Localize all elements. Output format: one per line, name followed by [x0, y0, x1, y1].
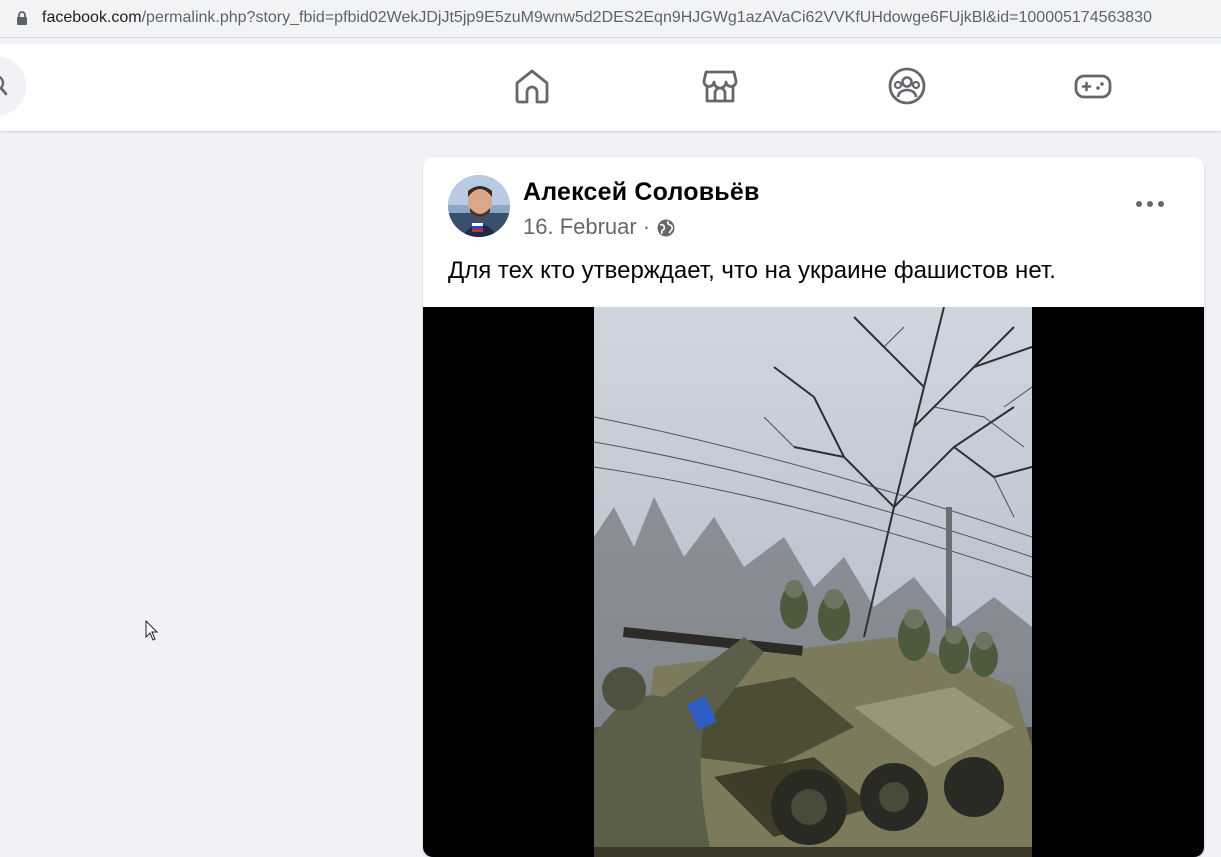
top-navigation [0, 44, 1221, 131]
home-icon [515, 69, 549, 104]
post-author-name[interactable]: Алексей Соловьёв [523, 178, 760, 207]
nav-gaming[interactable] [1073, 66, 1113, 106]
post-video[interactable] [423, 307, 1204, 857]
more-options-icon [1136, 201, 1164, 207]
search-button[interactable] [0, 56, 26, 116]
avatar[interactable] [448, 175, 510, 237]
url-host: facebook.com [42, 9, 142, 26]
meta-separator: · [642, 214, 651, 239]
mouse-cursor [145, 620, 159, 641]
post-text: Для тех кто утверждает, что на украине ф… [448, 257, 1056, 284]
url-path: /permalink.php?story_fbid=pfbid02WekJDjJ… [141, 9, 1152, 26]
groups-icon [888, 67, 926, 105]
more-options-button[interactable] [1131, 187, 1171, 223]
browser-url-bar[interactable]: facebook.com/permalink.php?story_fbid=pf… [0, 0, 1221, 38]
avatar-image [448, 175, 510, 237]
post-date[interactable]: 16. Februar [523, 214, 637, 240]
search-icon [0, 75, 8, 96]
nav-marketplace[interactable] [700, 66, 740, 106]
marketplace-icon [702, 70, 738, 103]
video-frame[interactable] [594, 307, 1032, 857]
nav-home[interactable] [512, 66, 552, 106]
nav-groups[interactable] [887, 66, 927, 106]
video-frame-image [594, 307, 1032, 857]
globe-icon[interactable] [656, 218, 676, 238]
lock-icon[interactable] [15, 10, 29, 26]
post-card: Алексей Соловьёв 16. Februar · Для тех к… [423, 157, 1204, 857]
url-text[interactable]: facebook.com/permalink.php?story_fbid=pf… [42, 8, 1221, 28]
gaming-icon [1074, 74, 1112, 99]
post-meta: 16. Februar · [523, 214, 676, 240]
